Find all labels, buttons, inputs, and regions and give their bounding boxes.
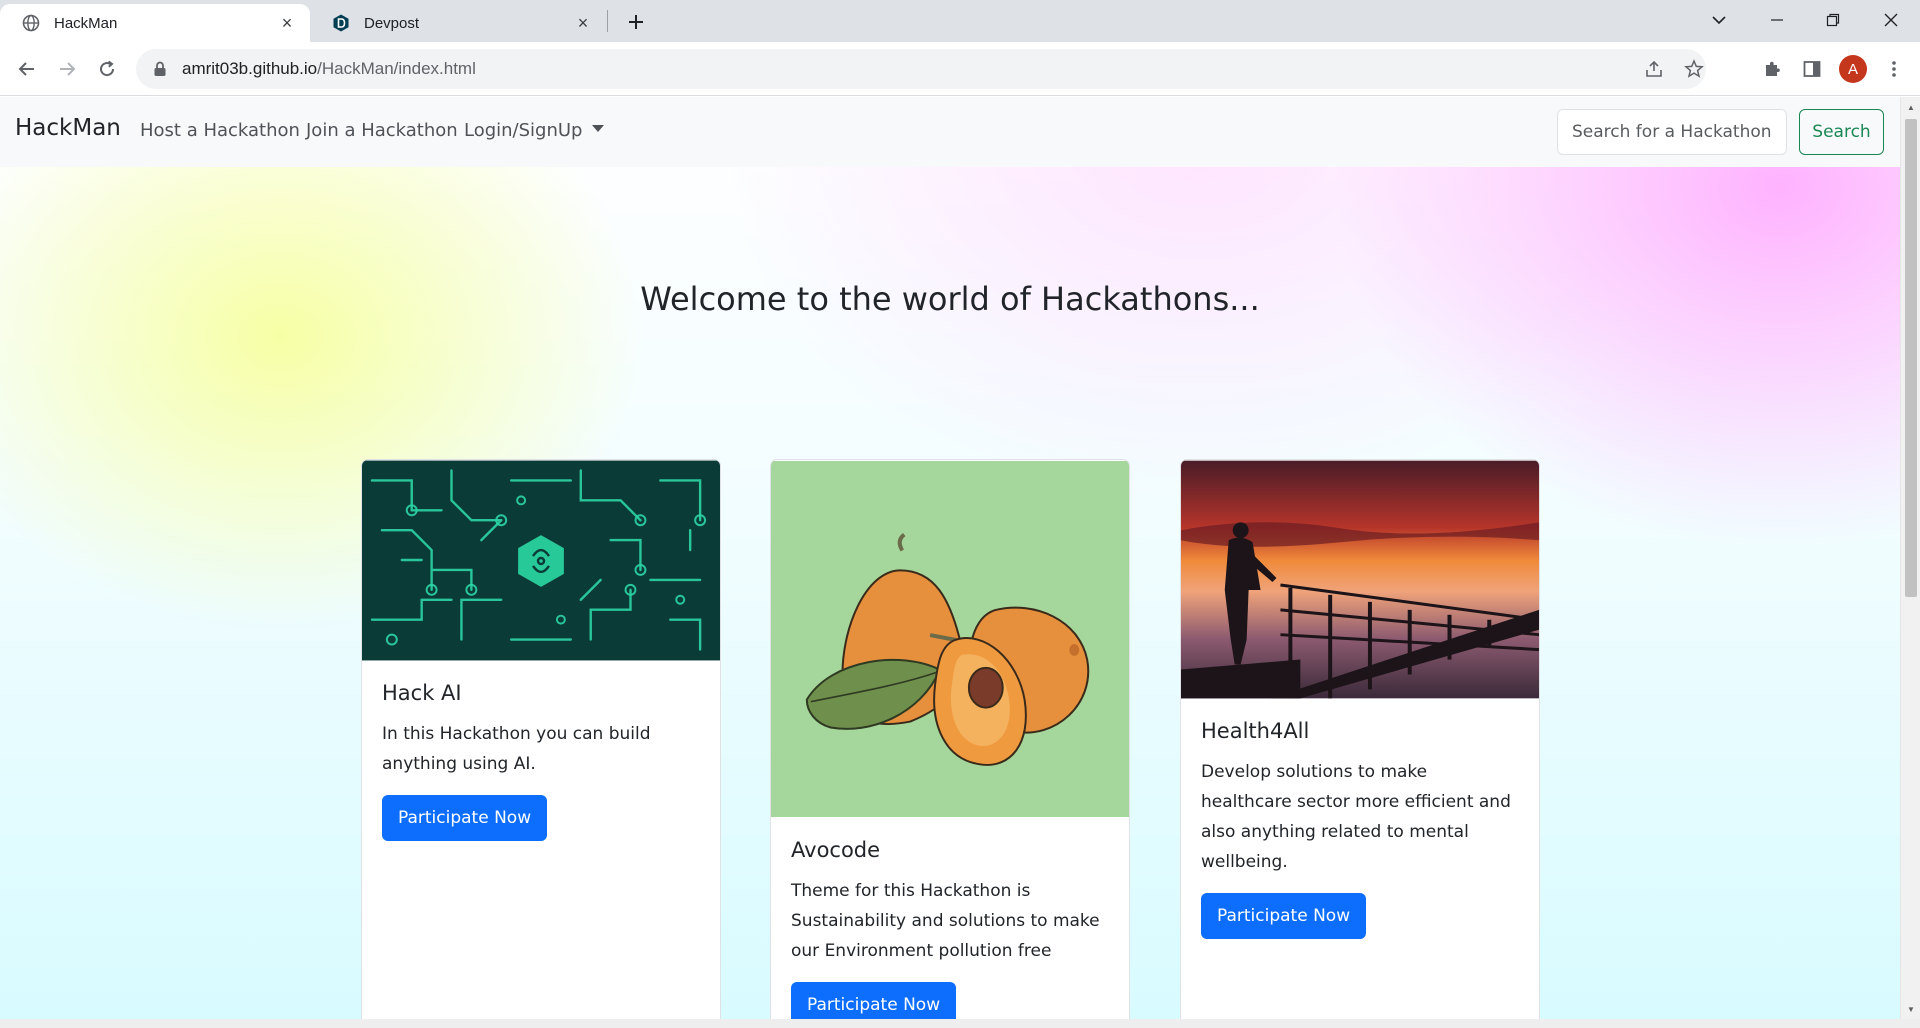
arrow-left-icon	[18, 62, 34, 76]
close-icon[interactable]: ×	[574, 13, 592, 33]
tab-title: HackMan	[54, 14, 118, 32]
menu-button[interactable]	[1879, 54, 1909, 84]
hackathon-card-hack-ai: Hack AI In this Hackathon you can build …	[361, 459, 721, 1019]
hackathon-card-avocode: Avocode Theme for this Hackathon is Sust…	[770, 459, 1130, 1019]
card-text: Develop solutions to make healthcare sec…	[1201, 762, 1511, 872]
circuit-image	[362, 460, 720, 661]
arrow-right-icon	[60, 62, 76, 76]
extensions-button[interactable]	[1757, 54, 1787, 84]
nav-login-label: Login/SignUp	[464, 120, 583, 141]
tab-devpost[interactable]: Devpost ×	[310, 4, 606, 42]
chevron-down-icon	[1712, 16, 1726, 25]
address-bar[interactable]: amrit03b.github.io/HackMan/index.html	[136, 49, 1706, 89]
card-text: Theme for this Hackathon is Sustainabili…	[791, 881, 1100, 961]
card-title: Hack AI	[382, 681, 462, 705]
tab-separator	[607, 10, 608, 32]
star-icon	[1684, 59, 1704, 78]
restore-icon	[1826, 13, 1840, 27]
hero-title: Welcome to the world of Hackathons...	[640, 280, 1260, 318]
close-icon	[1884, 13, 1898, 27]
participate-now-button[interactable]: Participate Now	[382, 795, 548, 841]
lock-icon	[150, 59, 170, 79]
card-body: Hack AI In this Hackathon you can build …	[362, 661, 720, 861]
close-icon[interactable]: ×	[278, 13, 296, 33]
profile-avatar[interactable]: A	[1839, 55, 1867, 83]
restore-button[interactable]	[1808, 0, 1858, 40]
bookmark-button[interactable]	[1674, 49, 1714, 89]
page-viewport: HackMan Host a Hackathon Join a Hackatho…	[0, 97, 1900, 1019]
scroll-up-icon[interactable]: ▲	[1901, 99, 1920, 115]
side-panel-icon	[1803, 61, 1821, 77]
card-body: Avocode Theme for this Hackathon is Sust…	[771, 818, 1129, 1019]
minimize-button[interactable]	[1752, 0, 1802, 40]
hackathon-search-input[interactable]	[1557, 109, 1787, 155]
plus-icon	[629, 15, 643, 29]
tab-title: Devpost	[364, 14, 420, 32]
tab-hackman[interactable]: HackMan ×	[0, 4, 310, 42]
new-tab-button[interactable]	[622, 8, 650, 36]
tab-search-button[interactable]	[1694, 0, 1744, 40]
url-host: amrit03b.github.io	[182, 59, 318, 78]
kebab-menu-icon	[1892, 61, 1896, 77]
puzzle-icon	[1766, 61, 1780, 76]
url-path: /HackMan/index.html	[317, 59, 476, 78]
caret-down-icon	[591, 125, 604, 132]
share-button[interactable]	[1634, 49, 1674, 89]
card-title: Health4All	[1201, 719, 1310, 743]
site-navbar: HackMan Host a Hackathon Join a Hackatho…	[0, 97, 1900, 167]
minimize-icon	[1771, 19, 1783, 21]
globe-icon	[22, 14, 40, 32]
browser-toolbar: amrit03b.github.io/HackMan/index.html A	[0, 42, 1920, 96]
search-button[interactable]: Search	[1799, 109, 1884, 155]
reload-button[interactable]	[92, 54, 122, 84]
card-title: Avocode	[791, 838, 881, 862]
browser-tab-bar: HackMan × Devpost ×	[0, 0, 1920, 42]
close-window-button[interactable]	[1866, 0, 1916, 40]
side-panel-button[interactable]	[1797, 54, 1827, 84]
participate-now-button[interactable]: Participate Now	[1201, 893, 1367, 939]
scroll-thumb[interactable]	[1905, 119, 1917, 597]
back-button[interactable]	[12, 54, 42, 84]
share-icon	[1646, 60, 1662, 77]
fruit-illustration-image	[771, 460, 1129, 818]
status-bar	[0, 1019, 1920, 1028]
hackathon-card-health4all: Health4All Develop solutions to make hea…	[1180, 459, 1540, 1019]
card-text: In this Hackathon you can build anything…	[382, 724, 651, 774]
sunset-pier-image	[1181, 460, 1539, 699]
scroll-down-icon[interactable]: ▼	[1901, 1001, 1920, 1017]
reload-icon	[100, 60, 115, 77]
card-body: Health4All Develop solutions to make hea…	[1181, 699, 1539, 959]
participate-now-button[interactable]: Participate Now	[791, 982, 957, 1019]
devpost-logo-icon	[332, 14, 350, 32]
nav-join-hackathon[interactable]: Join a Hackathon	[306, 120, 458, 141]
forward-button[interactable]	[52, 54, 82, 84]
site-brand[interactable]: HackMan	[15, 115, 121, 141]
nav-host-hackathon[interactable]: Host a Hackathon	[140, 120, 300, 141]
nav-login-dropdown[interactable]: Login/SignUp	[464, 120, 604, 141]
page-scrollbar[interactable]: ▲ ▼	[1900, 97, 1920, 1019]
